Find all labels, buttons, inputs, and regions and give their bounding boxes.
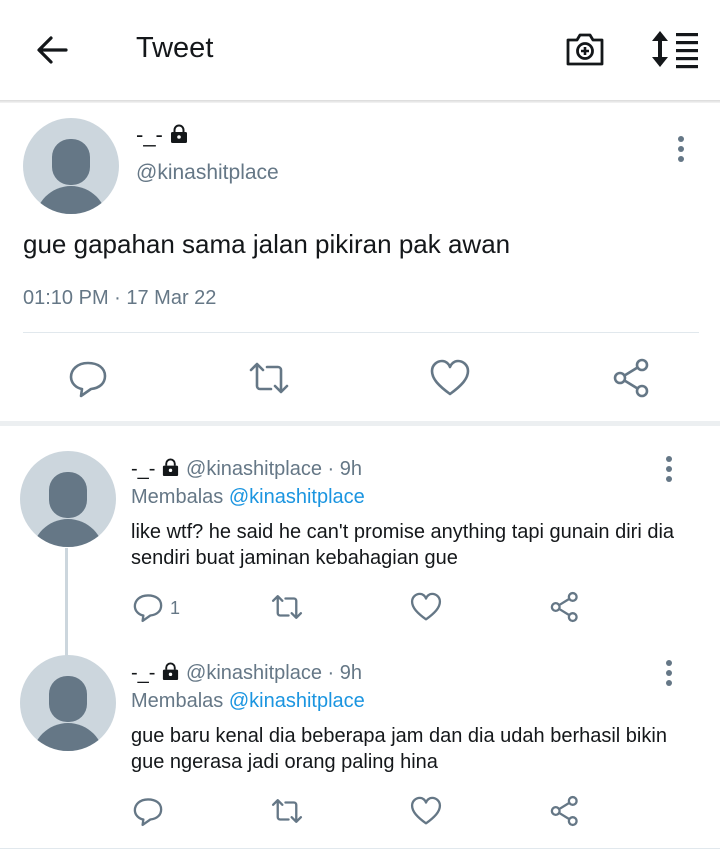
reply-avatar[interactable]: [20, 451, 116, 547]
heart-icon: [430, 359, 470, 396]
more-vertical-icon: [678, 136, 684, 162]
reply-header: -_- @kinashitplace · 9h: [131, 662, 362, 685]
reply-author-name: -_-: [131, 458, 156, 480]
mention-link[interactable]: @kinashitplace: [229, 690, 365, 712]
heart-icon: [410, 796, 442, 825]
reply-icon: [69, 361, 107, 398]
lock-icon: [170, 124, 187, 143]
camera-plus-icon: [566, 33, 604, 66]
retweet-button[interactable]: [270, 590, 304, 624]
camera-button[interactable]: [564, 28, 606, 70]
author-handle[interactable]: @kinashitplace: [136, 161, 279, 185]
header-divider: [0, 100, 720, 103]
replying-to: Membalas @kinashitplace: [131, 486, 365, 509]
heart-icon: [410, 592, 442, 621]
section-separator: [0, 421, 720, 426]
like-button[interactable]: [428, 356, 472, 400]
more-options-button[interactable]: [656, 454, 682, 484]
more-options-button[interactable]: [668, 134, 694, 164]
reply-button[interactable]: [131, 590, 165, 624]
top-app-bar: Tweet: [0, 0, 720, 100]
reply-text: like wtf? he said he can't promise anyth…: [131, 521, 675, 569]
reply-age: · 9h: [327, 458, 362, 480]
like-button[interactable]: [409, 590, 443, 624]
replying-to-prefix: Membalas: [131, 690, 224, 712]
more-vertical-icon: [666, 456, 672, 482]
like-button[interactable]: [409, 794, 443, 828]
reply-author-handle: @kinashitplace: [186, 458, 322, 480]
share-icon: [550, 795, 578, 827]
reply-author-name: -_-: [131, 662, 156, 684]
author-display-name: -_-: [136, 122, 163, 147]
author-name: -_-: [136, 122, 189, 148]
reply-header: -_- @kinashitplace · 9h: [131, 458, 362, 481]
share-icon: [550, 591, 578, 623]
sort-button[interactable]: [648, 28, 700, 70]
replying-to: Membalas @kinashitplace: [131, 690, 365, 713]
more-options-button[interactable]: [656, 658, 682, 688]
avatar[interactable]: [23, 118, 119, 214]
retweet-button[interactable]: [247, 356, 291, 400]
retweet-icon: [271, 595, 303, 619]
back-button[interactable]: [30, 28, 74, 72]
share-button[interactable]: [548, 590, 582, 624]
tweet-timestamp: 01:10 PM · 17 Mar 22: [23, 287, 217, 309]
divider: [0, 848, 720, 849]
arrow-left-icon: [37, 36, 68, 64]
retweet-icon: [271, 799, 303, 823]
sort-icon: [652, 31, 698, 69]
replying-to-prefix: Membalas: [131, 486, 224, 508]
share-icon: [613, 358, 649, 398]
share-button[interactable]: [548, 794, 582, 828]
reply-icon: [133, 594, 163, 623]
reply-age: · 9h: [327, 662, 362, 684]
reply-count: 1: [170, 598, 181, 618]
reply-button[interactable]: [131, 794, 165, 828]
lock-icon: [163, 662, 179, 681]
reply-button[interactable]: [66, 356, 110, 400]
divider: [23, 332, 699, 333]
reply-author-handle: @kinashitplace: [186, 662, 322, 684]
page-title: Tweet: [136, 32, 214, 64]
reply-text: gue baru kenal dia beberapa jam dan dia …: [131, 725, 667, 773]
mention-link[interactable]: @kinashitplace: [229, 486, 365, 508]
more-vertical-icon: [666, 660, 672, 686]
reply-icon: [133, 798, 163, 827]
retweet-button[interactable]: [270, 794, 304, 828]
thread-connector: [65, 548, 68, 656]
retweet-icon: [249, 362, 289, 394]
share-button[interactable]: [610, 356, 654, 400]
reply-avatar[interactable]: [20, 655, 116, 751]
lock-icon: [163, 458, 179, 477]
tweet-text: gue gapahan sama jalan pikiran pak awan: [23, 229, 511, 259]
